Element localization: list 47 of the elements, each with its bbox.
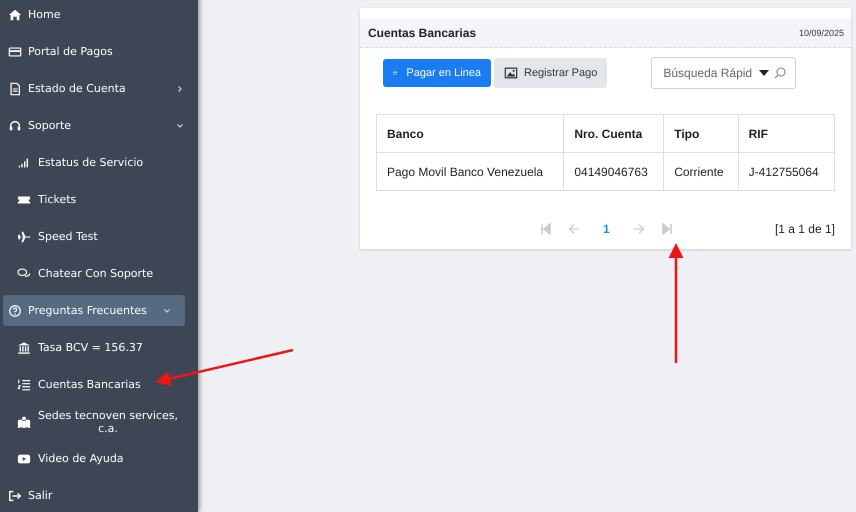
date-label: 10/09/2025	[798, 28, 844, 38]
sidebar-item[interactable]: Estado de Cuenta	[0, 70, 198, 107]
table-cell: Pago Movil Banco Venezuela	[376, 152, 564, 190]
left-arrow-icon[interactable]	[568, 223, 580, 235]
page-summary: [1 a 1 de 1]	[774, 222, 835, 236]
logout-icon	[8, 488, 22, 502]
sidebar-item[interactable]: Preguntas Frecuentes	[3, 295, 185, 326]
sidebar-subitem[interactable]: Cuentas Bancarias	[0, 366, 198, 403]
sidebar-subitem[interactable]: Video de Ayuda	[0, 440, 198, 477]
column-header: Nro. Cuenta	[564, 114, 664, 152]
question-icon	[8, 304, 22, 318]
image-icon	[504, 66, 518, 80]
first-page-icon[interactable]	[540, 223, 552, 235]
play-icon	[17, 452, 31, 466]
sidebar-item[interactable]: Portal de Pagos	[0, 33, 198, 70]
last-page-icon[interactable]	[660, 223, 673, 235]
right-arrow-icon[interactable]	[632, 223, 645, 235]
caret-icon	[759, 69, 770, 77]
bank-icon	[17, 340, 31, 354]
sidebar-subitem[interactable]: Sedes tecnoven services, c.a.	[0, 403, 198, 440]
home-icon	[8, 8, 22, 22]
credit-card-icon	[8, 44, 22, 58]
sidebar-subitem[interactable]: Chatear Con Soporte	[0, 255, 198, 292]
register-button[interactable]: Registrar Pago	[494, 58, 608, 88]
signal-icon	[17, 156, 31, 170]
sidebar-item[interactable]: Salir	[0, 477, 198, 512]
search-field[interactable]: Búsqueda Rápid	[651, 57, 796, 89]
sidebar-subitem[interactable]: Tasa BCV = 156.37	[0, 329, 198, 366]
card-title: Cuentas Bancarias	[368, 26, 476, 40]
column-header: Banco	[376, 114, 564, 152]
column-header: Tipo	[664, 114, 738, 152]
list-icon	[17, 378, 31, 392]
sidebar-item[interactable]: Home	[0, 0, 198, 33]
sidebar-subitem[interactable]: Estatus de Servicio	[0, 144, 198, 181]
pay-button[interactable]: Pagar en Linea	[383, 59, 491, 87]
column-header: RIF	[738, 114, 834, 152]
sidebar-subitem[interactable]: Speed Test	[0, 218, 198, 255]
table-cell: Corriente	[664, 152, 738, 190]
sidebar-subitem[interactable]: Tickets	[0, 181, 198, 218]
table-cell: J-412755064	[738, 152, 834, 190]
table-cell: 04149046763	[564, 152, 664, 190]
map-icon	[17, 414, 31, 428]
sidebar-item[interactable]: Soporte	[0, 107, 198, 144]
airplane-icon	[17, 230, 31, 244]
headset-icon	[8, 118, 22, 132]
document-icon	[8, 82, 22, 96]
search-icon	[774, 67, 786, 79]
